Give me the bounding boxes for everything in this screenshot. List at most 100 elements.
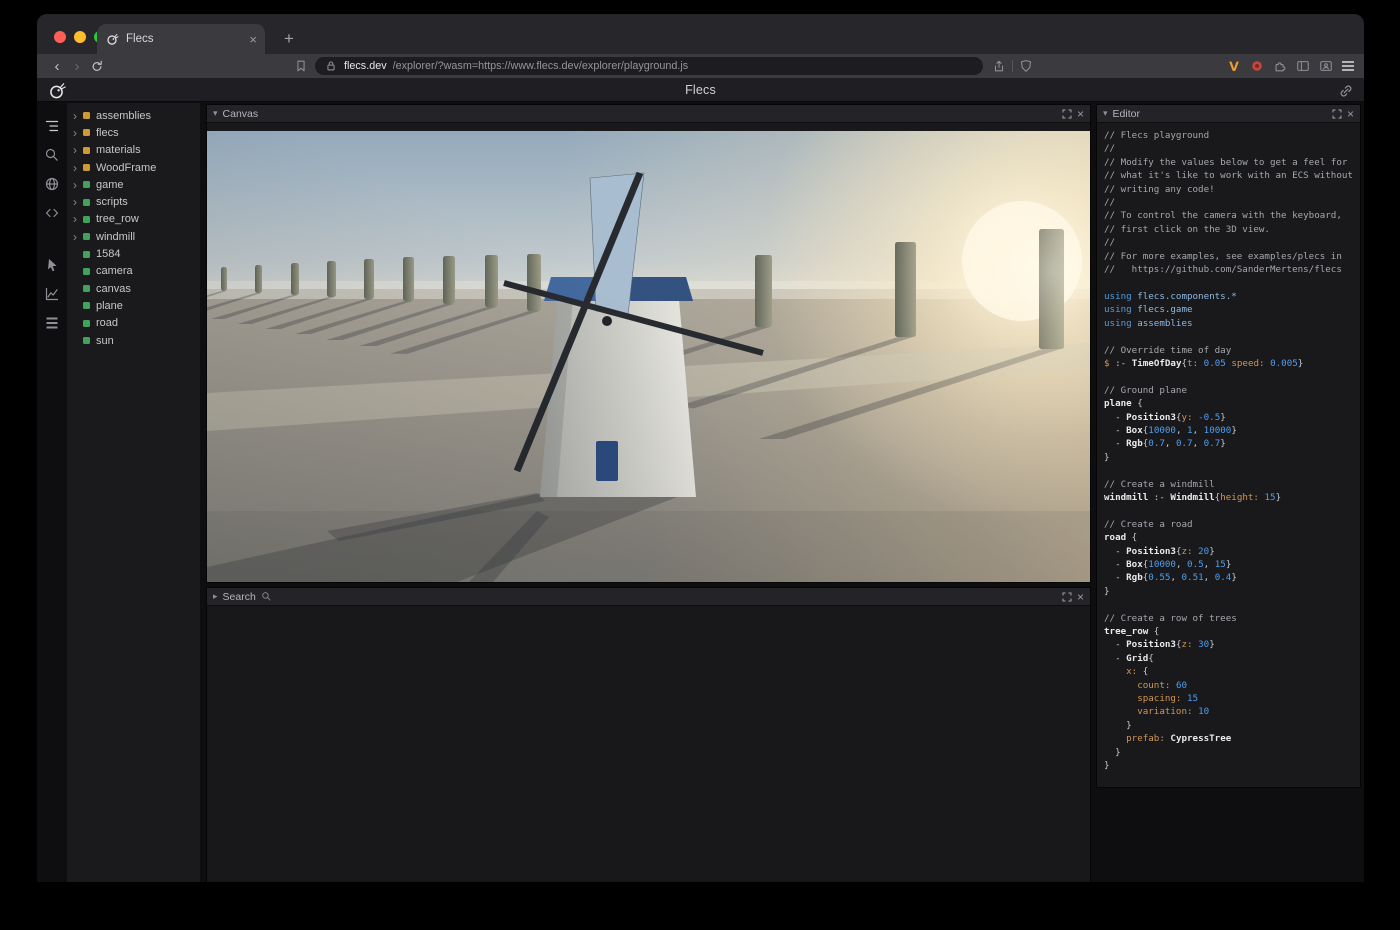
link-icon[interactable]: [1338, 83, 1354, 99]
tab-title: Flecs: [126, 33, 242, 45]
collapse-icon[interactable]: ▸: [213, 592, 218, 601]
code-line: road {: [1104, 531, 1360, 544]
browser-tab[interactable]: Flecs ×: [97, 24, 265, 54]
search-icon[interactable]: [41, 144, 63, 166]
tree-item-game[interactable]: › game: [67, 176, 200, 193]
app-header: Flecs: [37, 78, 1364, 102]
code-line: $ :- TimeOfDay{t: 0.05 speed: 0.005}: [1104, 357, 1360, 370]
entity-square-icon: [83, 216, 90, 223]
entity-square-icon: [83, 181, 90, 188]
close-icon[interactable]: ×: [1077, 108, 1084, 120]
tree-item-canvas[interactable]: ›canvas: [67, 280, 200, 297]
entity-square-icon: [83, 199, 90, 206]
code-line: // https://github.com/SanderMertens/flec…: [1104, 263, 1360, 276]
sidebar-toggle-icon[interactable]: [1296, 59, 1310, 73]
tab-close-icon[interactable]: ×: [249, 32, 257, 47]
expand-arrow-icon[interactable]: ›: [73, 213, 83, 225]
close-window-button[interactable]: [54, 31, 66, 43]
fullscreen-icon[interactable]: [1062, 592, 1072, 602]
code-line: // writing any code!: [1104, 183, 1360, 196]
tree-item-assemblies[interactable]: › assemblies: [67, 107, 200, 124]
close-icon[interactable]: ×: [1347, 108, 1354, 120]
profile-icon[interactable]: [1319, 59, 1333, 73]
tree-item-1584[interactable]: ›1584: [67, 245, 200, 262]
expand-arrow-icon[interactable]: ›: [73, 196, 83, 208]
share-icon[interactable]: [989, 56, 1009, 76]
lock-icon: [324, 59, 338, 73]
editor-code[interactable]: // Flecs playground//// Modify the value…: [1097, 123, 1360, 781]
code-line: plane {: [1104, 397, 1360, 410]
address-bar[interactable]: flecs.dev/explorer/?wasm=https://www.fle…: [315, 57, 983, 75]
code-line: // Ground plane: [1104, 384, 1360, 397]
expand-arrow-icon[interactable]: ›: [73, 179, 83, 191]
expand-arrow-icon[interactable]: ›: [73, 162, 83, 174]
code-line: }: [1104, 746, 1360, 759]
collapse-icon[interactable]: ▾: [1103, 109, 1108, 118]
code-line: //: [1104, 236, 1360, 249]
navigation-bar: ‹ › flecs.dev/explorer/?wasm=https://www…: [37, 54, 1364, 78]
reload-icon[interactable]: [87, 56, 107, 76]
tree-item-label: game: [96, 179, 124, 191]
tree-item-materials[interactable]: ›materials: [67, 142, 200, 159]
puzzle-icon[interactable]: [1273, 59, 1287, 73]
expand-arrow-icon[interactable]: ›: [73, 144, 83, 156]
editor-panel-title: Editor: [1113, 108, 1140, 120]
expand-arrow-icon[interactable]: ›: [73, 231, 83, 243]
back-icon[interactable]: ‹: [47, 56, 67, 76]
tree-item-tree_row[interactable]: ›tree_row: [67, 211, 200, 228]
code-line: - Rgb{0.55, 0.51, 0.4}: [1104, 571, 1360, 584]
page-title: Flecs: [37, 83, 1364, 97]
code-line: // To control the camera with the keyboa…: [1104, 209, 1360, 222]
memory-icon[interactable]: [41, 312, 63, 334]
entity-square-icon: [83, 285, 90, 292]
fullscreen-icon[interactable]: [1062, 109, 1072, 119]
close-icon[interactable]: ×: [1077, 591, 1084, 603]
shield-icon[interactable]: [1016, 56, 1036, 76]
extension-red-icon[interactable]: [1250, 59, 1264, 73]
inspector-icon[interactable]: [41, 254, 63, 276]
tree-item-sun[interactable]: ›sun: [67, 332, 200, 349]
tree-item-windmill[interactable]: ›windmill: [67, 228, 200, 245]
tree-item-camera[interactable]: ›camera: [67, 263, 200, 280]
tree-item-label: sun: [96, 335, 114, 347]
canvas-3d-view[interactable]: [207, 131, 1090, 582]
code-icon[interactable]: [41, 202, 63, 224]
menu-icon[interactable]: [1342, 61, 1354, 71]
stats-icon[interactable]: [41, 283, 63, 305]
tree-item-scripts[interactable]: › scripts: [67, 193, 200, 210]
entity-square-icon: [83, 268, 90, 275]
search-panel-header: ▸ Search ×: [207, 588, 1090, 606]
code-line: count: 60: [1104, 679, 1360, 692]
tree-item-label: assemblies: [96, 110, 151, 122]
fullscreen-icon[interactable]: [1332, 109, 1342, 119]
code-line: // Override time of day: [1104, 344, 1360, 357]
world-icon[interactable]: [41, 173, 63, 195]
module-square-icon: [83, 147, 90, 154]
tree-icon[interactable]: [41, 115, 63, 137]
tree-item-plane[interactable]: ›plane: [67, 297, 200, 314]
search-glyph-icon: [261, 591, 272, 602]
code-line: prefab: CypressTree: [1104, 732, 1360, 745]
code-line: [1104, 276, 1360, 289]
tab-favicon: [105, 32, 119, 46]
collapse-icon[interactable]: ▾: [213, 109, 218, 118]
tree-item-flecs[interactable]: ›flecs: [67, 124, 200, 141]
extension-v-icon[interactable]: [1227, 59, 1241, 73]
search-results-area[interactable]: [207, 606, 1090, 882]
tree-item-WoodFrame[interactable]: ›WoodFrame: [67, 159, 200, 176]
minimize-window-button[interactable]: [74, 31, 86, 43]
editor-panel-header: ▾ Editor ×: [1097, 105, 1360, 123]
reload-glyph: [90, 59, 104, 73]
bookmark-icon[interactable]: [291, 56, 311, 76]
expand-arrow-icon[interactable]: ›: [73, 127, 83, 139]
extension-area: [1227, 59, 1354, 73]
tab-bar: Flecs × +: [37, 14, 1364, 54]
code-line: }: [1104, 451, 1360, 464]
page-content: ›assemblies›flecs›materials›WoodFrame›ga…: [37, 103, 1364, 882]
tree-item-label: scripts: [96, 196, 128, 208]
forward-icon[interactable]: ›: [67, 56, 87, 76]
code-line: x: {: [1104, 665, 1360, 678]
expand-arrow-icon[interactable]: ›: [73, 110, 83, 122]
new-tab-button[interactable]: +: [277, 27, 301, 51]
tree-item-road[interactable]: ›road: [67, 315, 200, 332]
